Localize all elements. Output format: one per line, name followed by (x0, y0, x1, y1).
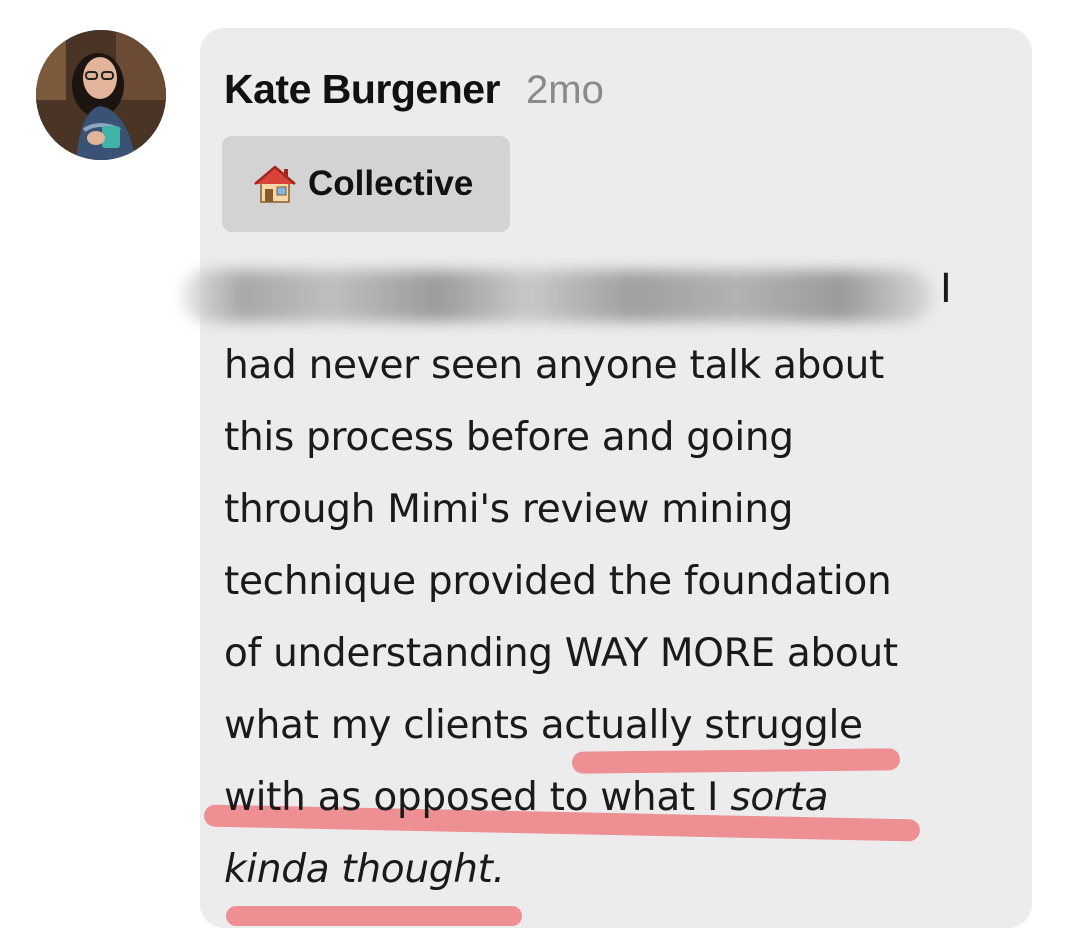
post-age[interactable]: 2mo (526, 68, 604, 113)
comment-text: with as opposed to what I (224, 775, 719, 820)
comment-bubble: Kate Burgener 2mo Collective I had never… (182, 28, 1032, 928)
comment-line: technique provided the foundation (224, 559, 892, 604)
comment-line: with as opposed to what I sorta (224, 762, 1024, 834)
comment-line: what my clients actually struggle (224, 703, 863, 748)
italic-text: sorta (730, 775, 829, 820)
collective-tag[interactable]: Collective (222, 136, 510, 232)
avatar[interactable] (36, 30, 166, 160)
house-icon (252, 163, 298, 205)
comment-line: kinda thought. (224, 834, 1024, 906)
comment-line: this process before and going (224, 415, 794, 460)
comment-card: Kate Burgener 2mo Collective I had never… (0, 0, 1073, 950)
comment-line: through Mimi's review mining (224, 487, 794, 532)
blurred-line-tail: I (940, 266, 952, 312)
comment-body: had never seen anyone talk about this pr… (224, 330, 1024, 906)
italic-text: kinda thought. (224, 847, 505, 892)
blurred-text: I (182, 264, 952, 328)
comment-line: of understanding WAY MORE about (224, 631, 898, 676)
tag-label: Collective (308, 164, 474, 203)
author-name[interactable]: Kate Burgener (224, 66, 501, 113)
comment-header: Kate Burgener 2mo (224, 66, 604, 116)
avatar-image (36, 30, 166, 160)
redaction-blur (182, 270, 932, 322)
highlight-stroke (226, 906, 522, 926)
comment-line: had never seen anyone talk about (224, 343, 885, 388)
